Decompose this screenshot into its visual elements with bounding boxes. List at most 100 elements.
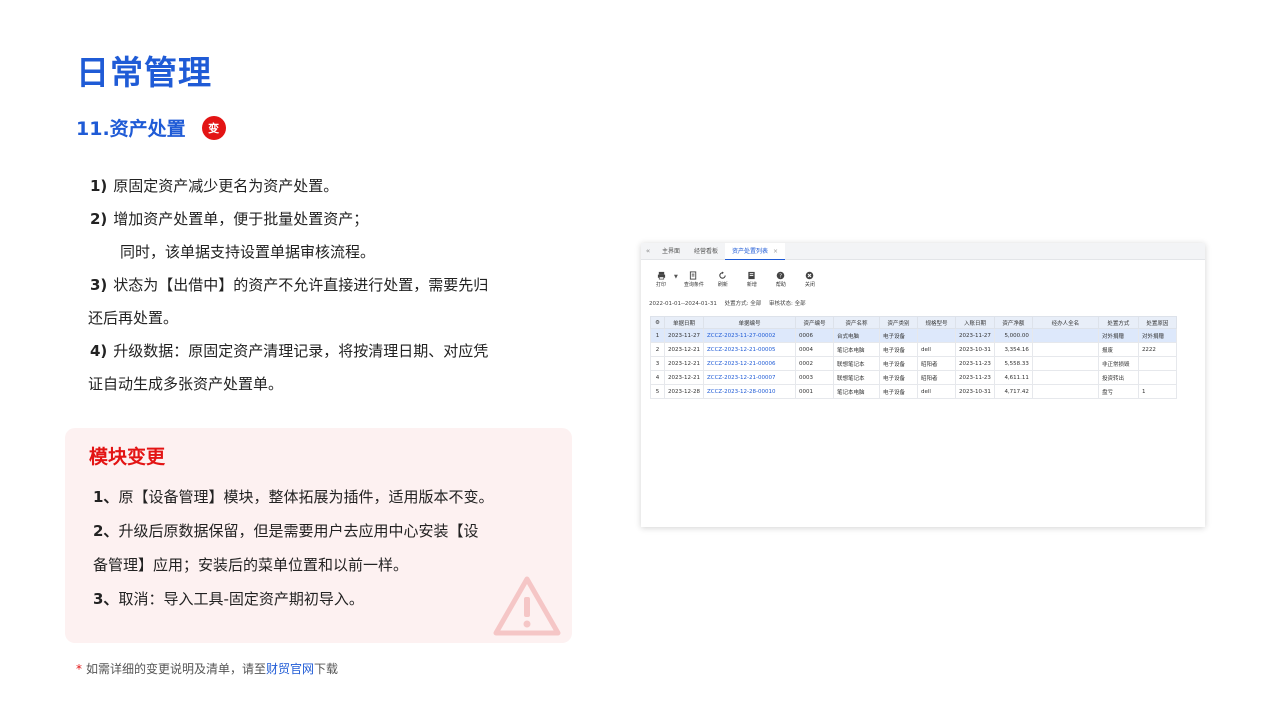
- refresh-button[interactable]: 刷新: [713, 271, 733, 288]
- close-button[interactable]: 关闭: [800, 271, 820, 288]
- entry-date: 2023-11-27: [954, 328, 995, 343]
- document-number-link[interactable]: ZCCZ-2023-12-21-00006: [702, 356, 796, 371]
- tab-close-icon[interactable]: ×: [773, 248, 778, 255]
- settings-icon[interactable]: ⚙: [650, 316, 665, 329]
- close-label: 关闭: [804, 282, 815, 288]
- row-index: 3: [650, 356, 665, 371]
- warning-icon: [493, 576, 561, 636]
- tab-dashboard[interactable]: 经营看板: [687, 243, 725, 260]
- point-number: 3): [90, 276, 108, 294]
- disposal-method: 对外捐赠: [1097, 328, 1139, 343]
- point-3-continued: 还后再处置。: [88, 302, 560, 335]
- document-date: 2023-12-28: [664, 384, 704, 399]
- asset-number: 0001: [794, 384, 834, 399]
- chevron-down-icon[interactable]: ▼: [674, 274, 678, 280]
- module-item-number: 2、: [93, 522, 119, 540]
- refresh-icon: [719, 271, 727, 279]
- column-header[interactable]: 资产编号: [794, 316, 834, 329]
- query-conditions-button[interactable]: 查询条件: [684, 271, 704, 288]
- asset-number: 0002: [794, 356, 834, 371]
- document-number-link[interactable]: ZCCZ-2023-12-21-00005: [702, 342, 796, 357]
- disposal-reason: 对外捐赠: [1137, 328, 1177, 343]
- column-header[interactable]: 资产类别: [878, 316, 918, 329]
- point-text: 状态为【出借中】的资产不允许直接进行处置，需要先归: [113, 276, 489, 294]
- column-header[interactable]: 处置原因: [1137, 316, 1177, 329]
- column-header[interactable]: 资产净额: [993, 316, 1033, 329]
- column-header[interactable]: 处置方式: [1097, 316, 1139, 329]
- point-text: 还后再处置。: [88, 309, 179, 327]
- column-header[interactable]: 单据编号: [702, 316, 796, 329]
- spec-model: [916, 328, 956, 343]
- disposal-method-filter: 处置方式: 全部: [724, 301, 762, 307]
- document-number-link[interactable]: ZCCZ-2023-12-28-00010: [702, 384, 796, 399]
- column-header[interactable]: 单据日期: [664, 316, 704, 329]
- print-button[interactable]: 打印: [651, 271, 671, 288]
- disposal-reason: 2222: [1137, 342, 1177, 357]
- add-label: 新增: [746, 282, 757, 288]
- row-index: 2: [650, 342, 665, 357]
- asset-category: 电子设备: [878, 328, 918, 343]
- document-number-link[interactable]: ZCCZ-2023-12-21-00007: [702, 370, 796, 385]
- module-item-number: 1、: [93, 488, 119, 506]
- tab-bar: « 主界面 经营看板 资产处置列表 ×: [641, 243, 1205, 260]
- document-date: 2023-11-27: [664, 328, 704, 343]
- table-row[interactable]: 1 2023-11-27 ZCCZ-2023-11-27-00002 0006 台式电脑…: [650, 328, 1177, 343]
- table-row[interactable]: 2 2023-12-21 ZCCZ-2023-12-21-00005 0004 笔记本电…: [650, 342, 1177, 357]
- point-3: 3) 状态为【出借中】的资产不允许直接进行处置，需要先归: [90, 269, 560, 302]
- net-value: 4,717.42: [993, 384, 1033, 399]
- point-4-continued: 证自动生成多张资产处置单。: [88, 368, 560, 401]
- disposal-table: ⚙ 单据日期 单据编号 资产编号 资产名称 资产类别 规格型号 入账日期 资产净…: [650, 316, 1177, 399]
- table-row[interactable]: 5 2023-12-28 ZCCZ-2023-12-28-00010 0001 笔记本电…: [650, 384, 1177, 399]
- point-4: 4) 升级数据：原固定资产清理记录，将按清理日期、对应凭: [90, 335, 560, 368]
- point-text: 同时，该单据支持设置单据审核流程。: [120, 243, 376, 261]
- entry-date: 2023-11-23: [954, 370, 995, 385]
- disposal-method: 报废: [1097, 342, 1139, 357]
- row-index: 4: [650, 370, 665, 385]
- disposal-method: 盘亏: [1097, 384, 1139, 399]
- column-header[interactable]: 入账日期: [954, 316, 995, 329]
- disposal-reason: [1137, 370, 1177, 385]
- disposal-reason: 1: [1137, 384, 1177, 399]
- handler-name: [1031, 384, 1099, 399]
- collapse-icon[interactable]: «: [641, 247, 655, 255]
- asset-number: 0003: [794, 370, 834, 385]
- tab-disposal-list[interactable]: 资产处置列表 ×: [725, 243, 786, 260]
- point-1: 1) 原固定资产减少更名为资产处置。: [90, 170, 560, 203]
- footnote: * 如需详细的变更说明及清单，请至财贸官网下载: [76, 660, 338, 677]
- spec-model: dell: [916, 384, 956, 399]
- column-header[interactable]: 规格型号: [916, 316, 956, 329]
- disposal-reason: [1137, 356, 1177, 371]
- point-text: 增加资产处置单，便于批量处置资产；: [113, 210, 369, 228]
- net-value: 5,558.33: [993, 356, 1033, 371]
- add-button[interactable]: 新增: [742, 271, 762, 288]
- tab-home[interactable]: 主界面: [655, 243, 687, 260]
- change-badge: 变: [201, 115, 226, 140]
- help-button[interactable]: ? 帮助: [771, 271, 791, 288]
- document-number-link[interactable]: ZCCZ-2023-11-27-00002: [702, 328, 796, 343]
- disposal-method: 投资转出: [1097, 370, 1139, 385]
- table-row[interactable]: 3 2023-12-21 ZCCZ-2023-12-21-00006 0002 联想笔记…: [650, 356, 1177, 371]
- help-label: 帮助: [775, 282, 786, 288]
- handler-name: [1031, 328, 1099, 343]
- date-range: 2022-01-01--2024-01-31: [649, 301, 717, 307]
- asset-category: 电子设备: [878, 370, 918, 385]
- module-item-number: 3、: [93, 590, 119, 608]
- table-row[interactable]: 4 2023-12-21 ZCCZ-2023-12-21-00007 0003 联想笔记…: [650, 370, 1177, 385]
- module-item-text: 升级后原数据保留，但是需要用户去应用中心安装【设: [118, 522, 479, 540]
- row-index: 1: [650, 328, 665, 343]
- asset-number: 0004: [794, 342, 834, 357]
- point-number: 1): [90, 177, 108, 195]
- official-site-link[interactable]: 财贸官网: [266, 662, 314, 676]
- net-value: 5,000.00: [993, 328, 1033, 343]
- help-icon: ?: [777, 271, 785, 280]
- asset-category: 电子设备: [878, 356, 918, 371]
- filter-summary: 2022-01-01--2024-01-31 处置方式: 全部 审核状态: 全部: [649, 299, 812, 307]
- asset-name: 笔记本电脑: [832, 342, 880, 357]
- column-header[interactable]: 经办人全名: [1031, 316, 1099, 329]
- handler-name: [1031, 356, 1099, 371]
- document-date: 2023-12-21: [664, 342, 704, 357]
- section-title: 11.资产处置 变: [76, 114, 226, 141]
- entry-date: 2023-10-31: [954, 384, 995, 399]
- point-number: 4): [90, 342, 108, 360]
- column-header[interactable]: 资产名称: [832, 316, 880, 329]
